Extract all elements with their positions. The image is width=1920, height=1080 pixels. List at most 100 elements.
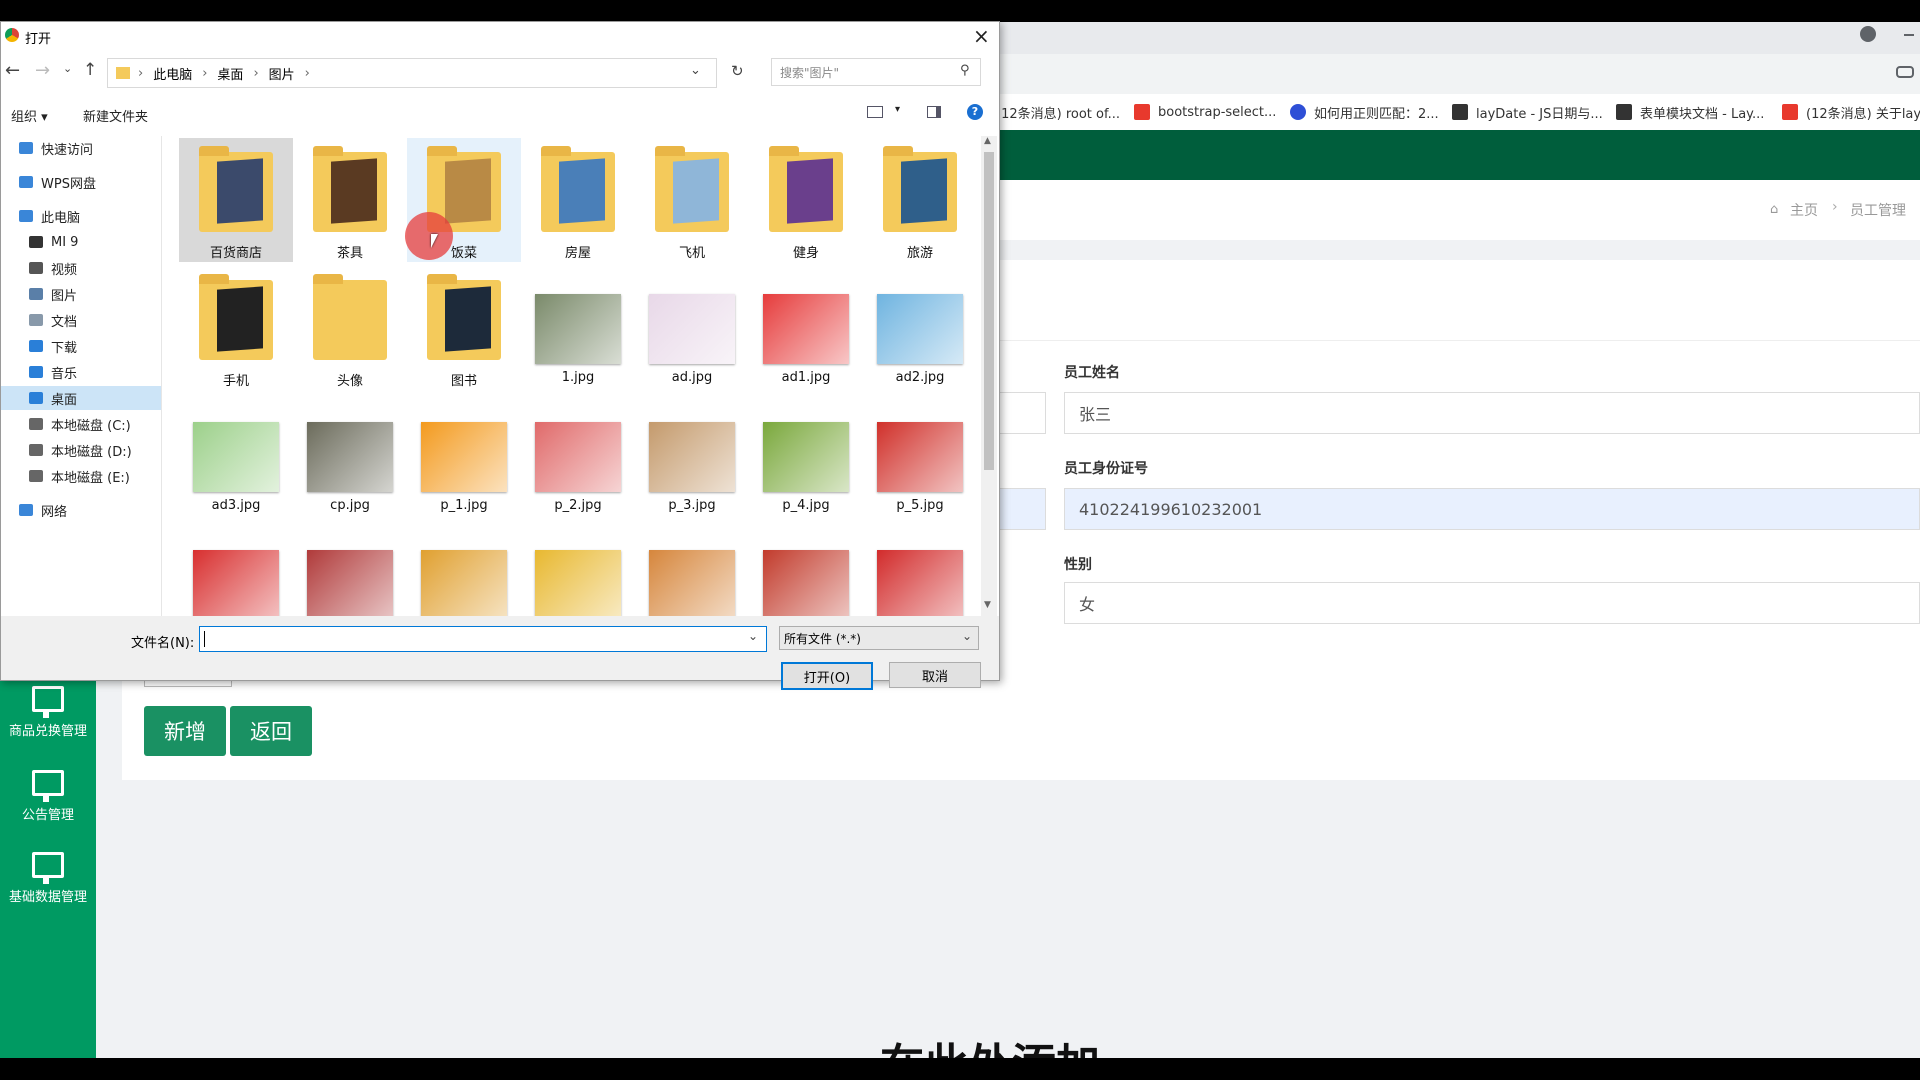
bookmark-item[interactable]: (12条消息) 关于lay... bbox=[1782, 94, 1920, 130]
bookmark-item[interactable]: 表单模块文档 - Lay... bbox=[1616, 94, 1764, 130]
folder-item[interactable]: 房屋 bbox=[521, 138, 635, 262]
filename-input[interactable]: ⌄ bbox=[199, 626, 767, 652]
image-file-item[interactable]: p_2.jpg bbox=[521, 394, 635, 518]
bookmark-item[interactable]: layDate - JS日期与... bbox=[1452, 94, 1603, 130]
nav-item[interactable]: 本地磁盘 (D:) bbox=[1, 438, 161, 462]
organize-menu[interactable]: 组织 ▾ bbox=[11, 106, 48, 125]
sidebar-item[interactable]: 商品兑换管理 bbox=[0, 686, 96, 739]
image-file-item[interactable]: p_5.jpg bbox=[863, 394, 977, 518]
sidebar-item[interactable]: 公告管理 bbox=[0, 770, 96, 823]
file-type-value: 所有文件 (*.*) bbox=[784, 631, 861, 646]
open-button[interactable]: 打开(O) bbox=[781, 662, 873, 690]
image-file-item[interactable]: ad1.jpg bbox=[749, 266, 863, 390]
nav-item[interactable]: 网络 bbox=[1, 498, 161, 522]
nav-item[interactable]: 本地磁盘 (E:) bbox=[1, 464, 161, 488]
close-icon[interactable]: × bbox=[973, 24, 990, 48]
navigation-pane: 快速访问 WPS网盘 此电脑 MI 9 视频 图片 文档 下载 音乐 桌面 本地磁盘 (C:) 本地磁… bbox=[1, 136, 161, 616]
chevron-down-icon[interactable]: ▾ bbox=[895, 104, 900, 115]
file-name: cp.jpg bbox=[330, 498, 370, 513]
folder-item[interactable]: 飞机 bbox=[635, 138, 749, 262]
profile-icon[interactable] bbox=[1860, 26, 1876, 42]
preview-pane-icon[interactable] bbox=[927, 106, 941, 118]
file-type-select[interactable]: 所有文件 (*.*) ⌄ bbox=[779, 626, 979, 650]
file-name: 百货商店 bbox=[209, 246, 262, 261]
image-file-item[interactable] bbox=[521, 522, 635, 616]
breadcrumb-current[interactable]: 员工管理 bbox=[1850, 200, 1906, 220]
breadcrumb-home[interactable]: 主页 bbox=[1790, 200, 1818, 220]
folder-item[interactable]: 手机 bbox=[179, 266, 293, 390]
image-file-item[interactable]: ad.jpg bbox=[635, 266, 749, 390]
back-arrow-icon[interactable]: ← bbox=[5, 60, 20, 81]
picture bbox=[649, 422, 735, 492]
image-thumbnail bbox=[535, 274, 621, 364]
chevron-down-icon[interactable]: ⌄ bbox=[748, 629, 758, 643]
search-input[interactable]: 搜索"图片" ⚲ bbox=[771, 58, 981, 86]
folder-item[interactable]: 百货商店 bbox=[179, 138, 293, 262]
nav-item[interactable]: MI 9 bbox=[1, 230, 161, 254]
image-file-item[interactable]: p_1.jpg bbox=[407, 394, 521, 518]
view-options-icon[interactable] bbox=[867, 106, 883, 118]
scroll-down-icon[interactable]: ▼ bbox=[984, 600, 991, 610]
folder-item[interactable]: 健身 bbox=[749, 138, 863, 262]
bottom-letterbox bbox=[0, 1058, 1920, 1080]
bookmark-item[interactable]: bootstrap-select... bbox=[1134, 94, 1276, 130]
add-button[interactable]: 新增 bbox=[144, 706, 226, 756]
cancel-button[interactable]: 取消 bbox=[889, 662, 981, 688]
nav-item[interactable]: 文档 bbox=[1, 308, 161, 332]
minimize-icon[interactable] bbox=[1904, 34, 1914, 36]
image-file-item[interactable]: p_4.jpg bbox=[749, 394, 863, 518]
image-file-item[interactable] bbox=[635, 522, 749, 616]
id-label: 员工身份证号 bbox=[1064, 461, 1148, 477]
folder-item[interactable]: 旅游 bbox=[863, 138, 977, 262]
image-file-item[interactable]: ad2.jpg bbox=[863, 266, 977, 390]
image-file-item[interactable] bbox=[293, 522, 407, 616]
image-file-item[interactable] bbox=[749, 522, 863, 616]
nav-item[interactable]: 快速访问 bbox=[1, 136, 161, 160]
bookmark-item[interactable]: (12条消息) root of... bbox=[996, 94, 1120, 130]
nav-item[interactable]: 音乐 bbox=[1, 360, 161, 384]
key-icon[interactable] bbox=[1896, 66, 1914, 78]
help-icon[interactable]: ? bbox=[967, 104, 983, 120]
up-arrow-icon[interactable]: ↑ bbox=[83, 60, 97, 80]
image-file-item[interactable] bbox=[179, 522, 293, 616]
image-file-item[interactable]: ad3.jpg bbox=[179, 394, 293, 518]
folder-item[interactable]: 头像 bbox=[293, 266, 407, 390]
new-folder-button[interactable]: 新建文件夹 bbox=[83, 106, 148, 125]
gender-select[interactable]: 女 bbox=[1064, 582, 1920, 624]
sidebar-item[interactable]: 基础数据管理 bbox=[0, 852, 96, 905]
path-segment-2[interactable]: 桌面 bbox=[217, 64, 243, 83]
path-segment-3[interactable]: 图片 bbox=[269, 64, 295, 83]
id-field[interactable]: 410224199610232001 bbox=[1064, 488, 1920, 530]
image-file-item[interactable]: p_3.jpg bbox=[635, 394, 749, 518]
picture bbox=[877, 550, 963, 616]
image-file-item[interactable] bbox=[863, 522, 977, 616]
bookmark-item[interactable]: 如何用正则匹配：2... bbox=[1290, 94, 1439, 130]
folder-item[interactable]: 图书 bbox=[407, 266, 521, 390]
address-bar[interactable]: › 此电脑 › 桌面 › 图片 › ⌄ bbox=[107, 58, 717, 88]
nav-item[interactable]: WPS网盘 bbox=[1, 170, 161, 194]
scrollbar-thumb[interactable] bbox=[984, 152, 994, 470]
image-file-item[interactable]: 1.jpg bbox=[521, 266, 635, 390]
forward-arrow-icon[interactable]: → bbox=[35, 60, 50, 81]
navigation-row: ← → ⌄ ↑ › 此电脑 › 桌面 › 图片 › ⌄ ↻ 搜索"图片" ⚲ bbox=[1, 54, 999, 94]
nav-item[interactable]: 下载 bbox=[1, 334, 161, 358]
nav-item[interactable]: 图片 bbox=[1, 282, 161, 306]
recent-dropdown-icon[interactable]: ⌄ bbox=[63, 62, 72, 75]
path-segment-1[interactable]: 此电脑 bbox=[153, 64, 192, 83]
refresh-icon[interactable]: ↻ bbox=[731, 62, 744, 80]
vertical-scrollbar[interactable]: ▲ ▼ bbox=[981, 136, 997, 616]
nav-item[interactable]: 视频 bbox=[1, 256, 161, 280]
nav-item[interactable]: 本地磁盘 (C:) bbox=[1, 412, 161, 436]
back-button[interactable]: 返回 bbox=[230, 706, 312, 756]
nav-item[interactable]: 此电脑 bbox=[1, 204, 161, 228]
image-file-item[interactable] bbox=[407, 522, 521, 616]
chevron-down-icon[interactable]: ⌄ bbox=[690, 63, 701, 78]
name-field[interactable]: 张三 bbox=[1064, 392, 1920, 434]
image-file-item[interactable]: cp.jpg bbox=[293, 394, 407, 518]
scroll-up-icon[interactable]: ▲ bbox=[984, 136, 991, 146]
picture bbox=[307, 550, 393, 616]
folder-item[interactable]: 茶具 bbox=[293, 138, 407, 262]
screen: (12条消息) root of... bootstrap-select... 如何用… bbox=[0, 0, 1920, 1080]
file-name: p_4.jpg bbox=[782, 498, 830, 513]
nav-item[interactable]: 桌面 bbox=[1, 386, 161, 410]
